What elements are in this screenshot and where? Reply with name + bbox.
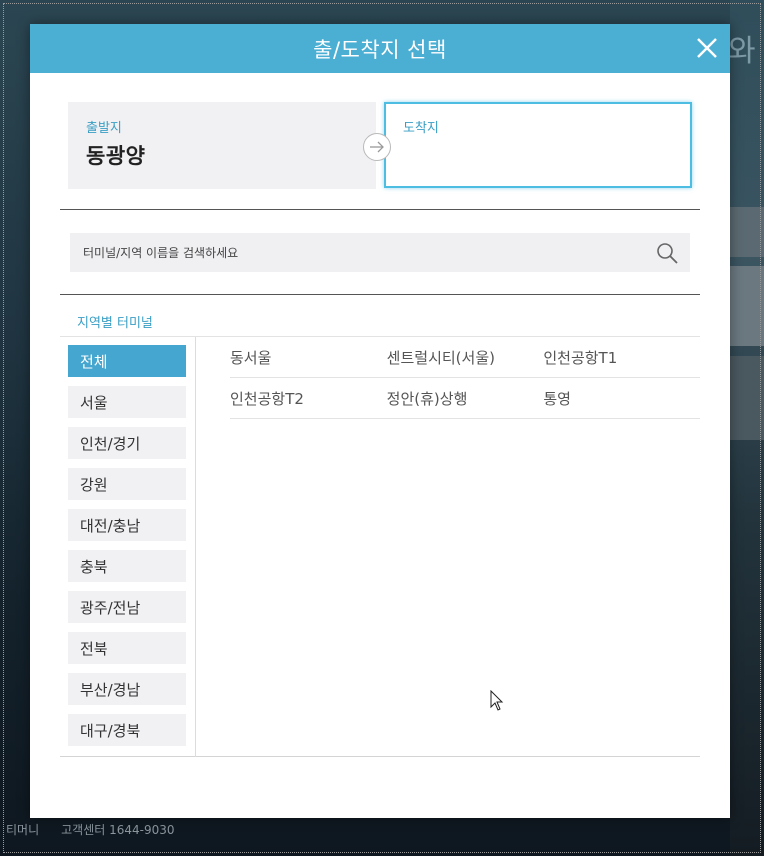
region-item-busan-gyeongnam[interactable]: 부산/경남 bbox=[68, 673, 186, 705]
search-input[interactable] bbox=[83, 245, 643, 260]
mouse-cursor-icon bbox=[490, 690, 504, 711]
background-panel bbox=[730, 266, 764, 346]
close-icon bbox=[697, 38, 717, 58]
region-item-gangwon[interactable]: 강원 bbox=[68, 468, 186, 500]
terminal-item[interactable]: 통영 bbox=[543, 388, 700, 409]
departure-value: 동광양 bbox=[86, 144, 146, 168]
route-selector: 출발지 동광양 도착지 bbox=[68, 102, 692, 190]
divider bbox=[60, 209, 700, 210]
region-list: 전체 서울 인천/경기 강원 대전/충남 충북 광주/전남 전북 부산/경남 대… bbox=[68, 345, 186, 755]
terminal-select-dialog: 출/도착지 선택 출발지 동광양 도착지 터미널/지역 이름을 검색하세요 지역… bbox=[30, 24, 730, 818]
terminal-item[interactable]: 센트럴시티(서울) bbox=[387, 347, 544, 368]
terminal-item[interactable]: 동서울 bbox=[230, 347, 387, 368]
close-button[interactable] bbox=[694, 35, 720, 61]
region-item-daejeon-chungnam[interactable]: 대전/충남 bbox=[68, 509, 186, 541]
arrival-box[interactable]: 도착지 bbox=[384, 102, 692, 188]
region-item-jeonbuk[interactable]: 전북 bbox=[68, 632, 186, 664]
search-bar bbox=[70, 233, 690, 272]
vertical-divider bbox=[195, 337, 196, 757]
background-footer: 티머니 고객센터 1644-9030 bbox=[0, 818, 764, 840]
background-panel bbox=[730, 207, 764, 257]
region-terminal-area: 전체 서울 인천/경기 강원 대전/충남 충북 광주/전남 전북 부산/경남 대… bbox=[60, 336, 700, 757]
region-item-incheon-gyeonggi[interactable]: 인천/경기 bbox=[68, 427, 186, 459]
region-item-all[interactable]: 전체 bbox=[68, 345, 186, 377]
region-item-seoul[interactable]: 서울 bbox=[68, 386, 186, 418]
background-text: 와 bbox=[728, 34, 756, 69]
region-item-gwangju-jeonnam[interactable]: 광주/전남 bbox=[68, 591, 186, 623]
dialog-header: 출/도착지 선택 bbox=[30, 24, 730, 73]
terminal-item[interactable]: 정안(휴)상행 bbox=[387, 388, 544, 409]
search-icon[interactable] bbox=[655, 241, 679, 265]
background-panel bbox=[730, 356, 764, 440]
region-item-daegu-gyeongbuk[interactable]: 대구/경북 bbox=[68, 714, 186, 746]
arrow-right-icon bbox=[363, 133, 391, 161]
departure-box[interactable]: 출발지 동광양 bbox=[68, 102, 376, 189]
terminal-item[interactable]: 인천공항T1 bbox=[543, 347, 700, 368]
footer-item[interactable]: 고객센터 1644-9030 bbox=[61, 821, 174, 838]
regions-title: 지역별 터미널 bbox=[77, 316, 153, 331]
arrival-label: 도착지 bbox=[403, 121, 439, 136]
divider bbox=[60, 294, 700, 295]
terminal-row: 동서울 센트럴시티(서울) 인천공항T1 bbox=[230, 337, 700, 378]
dialog-title: 출/도착지 선택 bbox=[313, 37, 447, 62]
terminal-item[interactable]: 인천공항T2 bbox=[230, 388, 387, 409]
footer-item[interactable]: 티머니 bbox=[6, 821, 39, 838]
region-item-chungbuk[interactable]: 충북 bbox=[68, 550, 186, 582]
departure-label: 출발지 bbox=[86, 121, 122, 136]
terminal-grid: 동서울 센트럴시티(서울) 인천공항T1 인천공항T2 정안(휴)상행 통영 bbox=[230, 337, 700, 419]
terminal-row: 인천공항T2 정안(휴)상행 통영 bbox=[230, 378, 700, 419]
